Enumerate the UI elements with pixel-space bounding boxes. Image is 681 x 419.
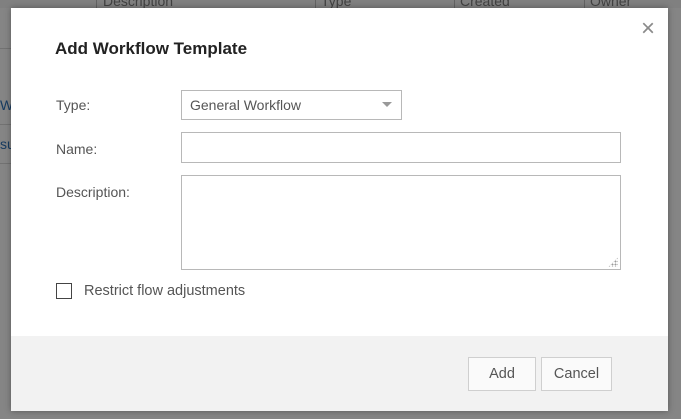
name-field[interactable]: [181, 132, 621, 163]
cancel-button[interactable]: Cancel: [541, 357, 612, 391]
dialog-title: Add Workflow Template: [55, 39, 248, 58]
add-workflow-template-dialog: Add Workflow Template × Type: General Wo…: [11, 8, 668, 411]
restrict-flow-checkbox[interactable]: [56, 283, 72, 299]
chevron-down-icon: [382, 102, 392, 107]
add-button[interactable]: Add: [468, 357, 536, 391]
dialog-footer: Add Cancel: [11, 336, 668, 411]
resize-grip-icon[interactable]: [608, 257, 618, 267]
restrict-flow-label[interactable]: Restrict flow adjustments: [84, 283, 245, 299]
close-icon[interactable]: ×: [637, 17, 659, 41]
description-label: Description:: [56, 184, 130, 200]
type-label: Type:: [56, 97, 91, 113]
type-select-value: General Workflow: [190, 97, 302, 113]
description-field[interactable]: [181, 175, 621, 270]
type-select[interactable]: General Workflow: [181, 90, 402, 120]
name-label: Name:: [56, 141, 98, 157]
